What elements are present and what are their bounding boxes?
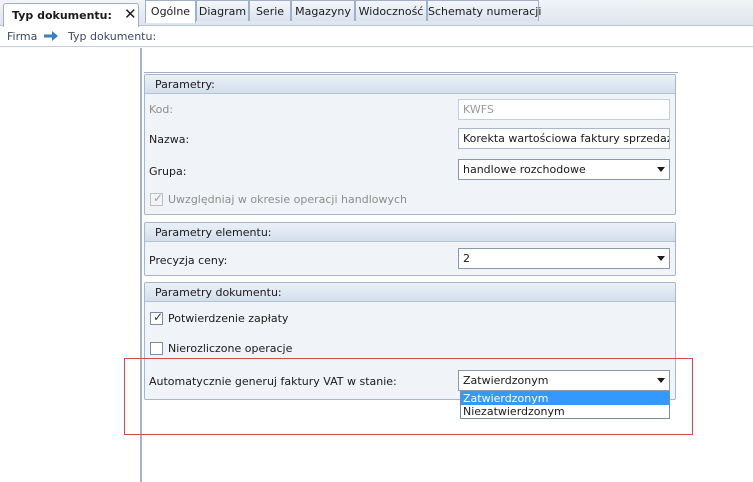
tab-label: Schematy numeracji — [428, 5, 542, 18]
kod-field[interactable]: KWFS — [458, 99, 670, 120]
dropdown-option-niezatwierdzonym[interactable]: Niezatwierdzonym — [461, 405, 669, 418]
tab-label: Magazyny — [295, 5, 351, 18]
precyzja-label: Precyzja ceny: — [149, 254, 228, 267]
tab-magazyny[interactable]: Magazyny — [291, 0, 355, 21]
group-title: Parametry dokumentu: — [145, 283, 675, 302]
precyzja-select-value: 2 — [463, 252, 470, 265]
chevron-down-icon — [657, 256, 665, 261]
group-title: Parametry elementu: — [145, 223, 675, 242]
nierozliczone-checkbox[interactable] — [150, 342, 163, 355]
tab-widocznosc[interactable]: Widoczność — [355, 0, 427, 21]
tab-schematy-numeracji[interactable]: Schematy numeracji — [427, 0, 542, 21]
close-icon[interactable]: ✕ — [124, 6, 137, 23]
tab-diagram[interactable]: Diagram — [196, 0, 249, 21]
left-panel — [0, 48, 140, 482]
nazwa-field[interactable]: Korekta wartościowa faktury sprzedaży — [458, 128, 670, 149]
tab-ogolne[interactable]: Ogólne — [145, 0, 196, 23]
checkmark-icon: ✓ — [153, 191, 164, 205]
tab-label: Diagram — [198, 5, 247, 18]
nierozliczone-label: Nierozliczone operacje — [168, 342, 293, 355]
breadcrumb-item-firma[interactable]: Firma — [7, 30, 37, 43]
nazwa-label: Nazwa: — [149, 133, 190, 146]
tab-label: Serie — [255, 5, 285, 18]
chevron-down-icon — [657, 167, 665, 172]
dropdown-option-zatwierdzonym[interactable]: Zatwierdzonym — [461, 392, 669, 405]
tab-serie[interactable]: Serie — [249, 0, 291, 21]
checkmark-icon: ✓ — [153, 310, 164, 324]
kod-label: Kod: — [149, 103, 174, 116]
arrow-right-icon — [44, 31, 58, 41]
automatycznie-select-value: Zatwierdzonym — [463, 374, 549, 387]
document-tab-title: Typ dokumentu: — [12, 9, 112, 22]
breadcrumb: Firma Typ dokumentu: — [0, 27, 753, 47]
breadcrumb-item-typ-dokumentu[interactable]: Typ dokumentu: — [68, 30, 156, 43]
automatycznie-select[interactable]: Zatwierdzonym — [458, 370, 670, 391]
automatycznie-label: Automatycznie generuj faktury VAT w stan… — [149, 375, 397, 388]
potwierdzenie-label: Potwierdzenie zapłaty — [168, 312, 289, 325]
grupa-select-value: handlowe rozchodowe — [463, 163, 586, 176]
automatycznie-dropdown-list: Zatwierdzonym Niezatwierdzonym — [460, 391, 670, 419]
group-title: Parametry: — [145, 75, 675, 94]
uwzgledniaj-label: Uwzględniaj w okresie operacji handlowyc… — [168, 193, 408, 206]
uwzgledniaj-checkbox[interactable]: ✓ — [150, 191, 164, 206]
grupa-select[interactable]: handlowe rozchodowe — [458, 159, 670, 180]
tab-label: Ogólne — [150, 5, 191, 18]
grupa-label: Grupa: — [149, 165, 187, 178]
document-tab[interactable]: Typ dokumentu: ✕ — [3, 3, 139, 27]
chevron-down-icon — [657, 378, 665, 383]
tab-label: Widoczność — [358, 5, 424, 18]
potwierdzenie-checkbox[interactable]: ✓ — [150, 310, 164, 325]
precyzja-select[interactable]: 2 — [458, 248, 670, 269]
